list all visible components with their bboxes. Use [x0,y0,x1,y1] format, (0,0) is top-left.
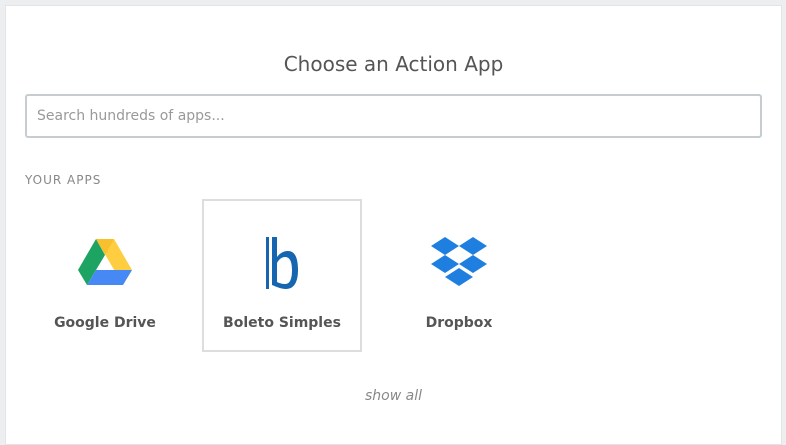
app-card-boleto-simples[interactable]: Boleto Simples [202,199,362,352]
dialog-title: Choose an Action App [283,52,504,76]
app-card-google-drive[interactable]: Google Drive [25,199,185,352]
search-box[interactable] [25,94,762,138]
boleto-simples-icon [254,235,310,291]
app-name-dropbox: Dropbox [425,315,493,331]
search-input[interactable] [27,96,760,136]
dropbox-icon [431,235,487,291]
show-all-link[interactable]: show all [6,388,781,404]
app-name-boleto-simples: Boleto Simples [223,315,341,331]
app-card-dropbox[interactable]: Dropbox [379,199,539,352]
your-apps-label: YOUR APPS [25,173,102,187]
action-app-dialog: Choose an Action App YOUR APPS Google Dr… [5,5,782,445]
google-drive-icon [77,235,133,291]
app-name-google-drive: Google Drive [54,315,156,331]
